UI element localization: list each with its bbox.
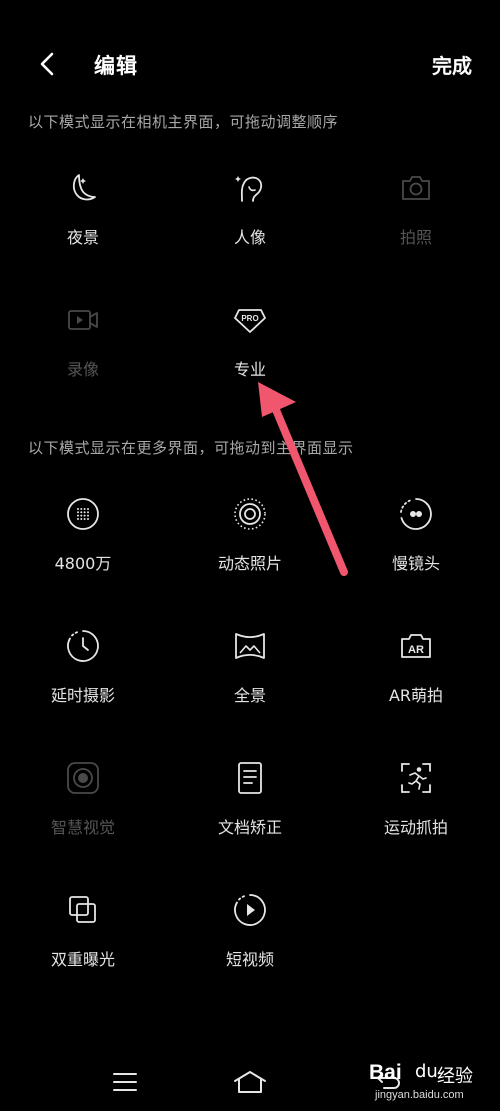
done-button[interactable]: 完成 [432,50,472,79]
mode-label: 智慧视觉 [50,818,115,837]
home-button[interactable] [230,1062,270,1102]
page-title: 编辑 [94,54,138,78]
mode-label: 文档矫正 [217,818,282,837]
mode-label: 运动抓拍 [383,818,448,837]
mode-double-exposure[interactable]: 双重曝光 [18,890,148,990]
mode-panorama[interactable]: 全景 [185,626,315,726]
mode-label: 录像 [66,360,99,379]
svg-text:PRO: PRO [241,314,258,323]
mode-sport[interactable]: 运动抓拍 [351,758,481,858]
mode-ar[interactable]: AR AR萌拍 [351,626,481,726]
dotted-circle-icon [63,494,103,534]
back-button[interactable] [28,44,68,84]
menu-button[interactable] [105,1062,145,1102]
more-modes-label: 以下模式显示在更多界面，可拖动到主界面显示 [28,439,354,457]
home-icon [234,1071,266,1093]
moon-icon [63,168,103,208]
mode-label: 短视频 [225,950,274,969]
mode-label: 双重曝光 [50,950,115,969]
mode-smart-vision[interactable]: 智慧视觉 [18,758,148,858]
chevron-left-icon [40,52,54,76]
document-icon [230,758,270,798]
mode-short-video[interactable]: 短视频 [185,890,315,990]
mode-48mp[interactable]: 4800万 [18,494,148,594]
mode-label: 夜景 [66,228,99,247]
sport-icon [396,758,436,798]
mode-portrait[interactable]: 人像 [185,168,315,268]
mode-label: 慢镜头 [391,554,440,573]
mode-label: 延时摄影 [50,686,115,705]
watermark-paw: du [415,1061,438,1082]
pro-icon: PRO [230,300,270,340]
mode-label: 全景 [233,686,266,705]
watermark-jingyan: 经验 [437,1066,473,1087]
menu-icon [113,1073,137,1091]
portrait-icon [230,168,270,208]
svg-text:AR: AR [408,644,424,656]
mode-label: 动态照片 [217,554,282,573]
video-icon [63,300,103,340]
smart-vision-icon [63,758,103,798]
timelapse-icon [63,626,103,666]
mode-live-photo[interactable]: 动态照片 [185,494,315,594]
baidu-watermark: Bai du 经验 jingyan.baidu.com [365,1055,495,1107]
mode-night[interactable]: 夜景 [18,168,148,268]
ar-icon: AR [396,626,436,666]
watermark-brand: Bai [369,1061,402,1084]
mode-slow-motion[interactable]: 慢镜头 [351,494,481,594]
double-exposure-icon [63,890,103,930]
mode-photo[interactable]: 拍照 [351,168,481,268]
mode-label: AR萌拍 [388,686,444,705]
main-modes-label: 以下模式显示在相机主界面，可拖动调整顺序 [28,113,339,131]
mode-pro[interactable]: PRO 专业 [185,300,315,400]
mode-timelapse[interactable]: 延时摄影 [18,626,148,726]
watermark-url: jingyan.baidu.com [375,1089,464,1101]
mode-video[interactable]: 录像 [18,300,148,400]
live-photo-icon [230,494,270,534]
camera-icon [396,168,436,208]
mode-label: 专业 [233,360,266,379]
short-video-icon [230,890,270,930]
mode-label: 人像 [233,228,266,247]
slow-motion-icon [396,494,436,534]
mode-label: 4800万 [54,554,112,573]
top-bar: 编辑 完成 [0,0,500,128]
panorama-icon [230,626,270,666]
mode-label: 拍照 [399,228,432,247]
mode-document[interactable]: 文档矫正 [185,758,315,858]
